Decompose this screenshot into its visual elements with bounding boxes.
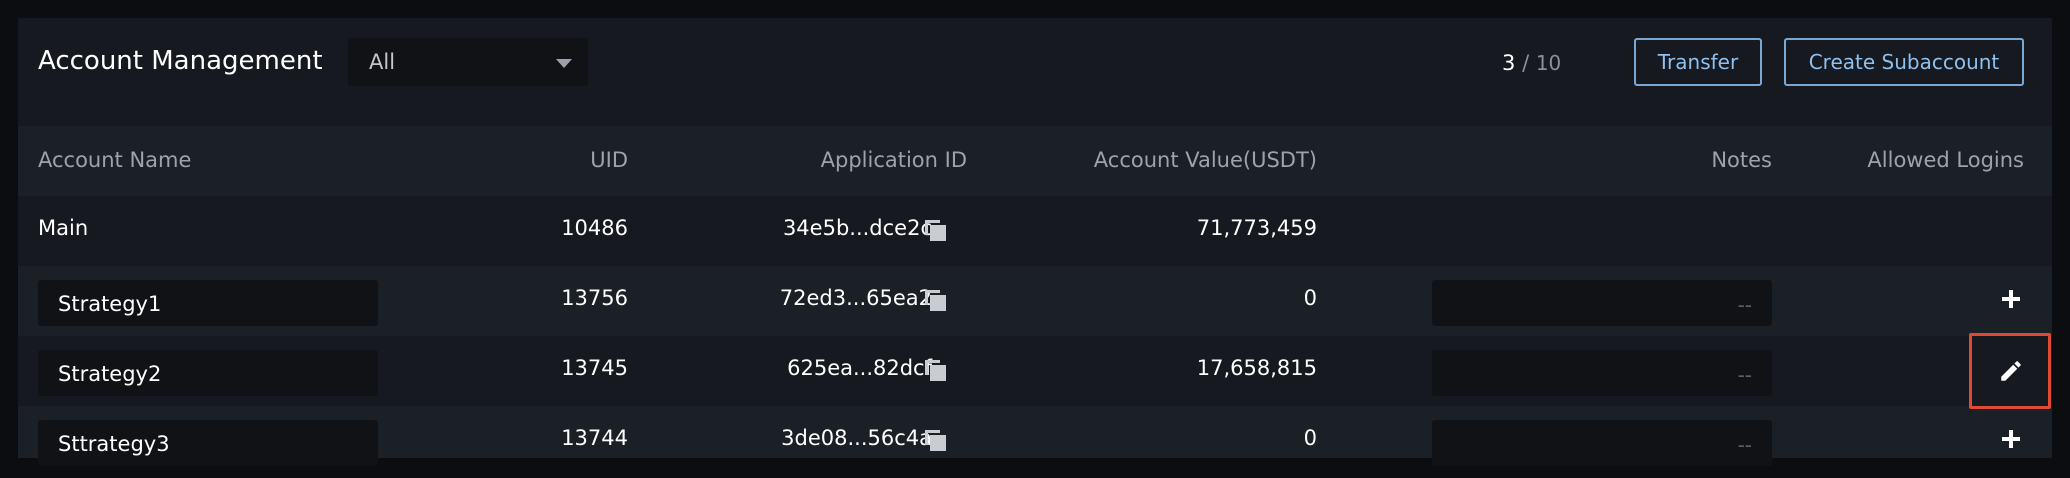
account-uid: 13745 <box>561 356 628 380</box>
notes-field[interactable]: -- <box>1432 280 1772 326</box>
account-filter-value: All <box>369 50 396 74</box>
application-id: 34e5b...dce2c <box>782 216 932 240</box>
counter-separator: / <box>1522 51 1530 75</box>
account-value: 17,658,815 <box>1196 356 1317 380</box>
account-name: Strategy2 <box>58 362 162 386</box>
account-name-field[interactable]: Sttrategy3 <box>38 420 378 466</box>
plus-icon[interactable] <box>2000 288 2022 310</box>
plus-icon[interactable] <box>2000 428 2022 450</box>
application-id: 625ea...82dcf <box>787 356 932 380</box>
column-header-uid: UID <box>590 148 628 172</box>
account-uid: 13756 <box>561 286 628 310</box>
column-header-notes: Notes <box>1711 148 1772 172</box>
notes-value: -- <box>1737 433 1752 457</box>
account-value: 0 <box>1303 426 1317 450</box>
notes-value: -- <box>1737 293 1752 317</box>
application-id: 3de08...56c4a <box>781 426 932 450</box>
notes-field[interactable]: -- <box>1432 420 1772 466</box>
transfer-button[interactable]: Transfer <box>1634 38 1762 86</box>
account-filter-select[interactable]: All <box>348 38 588 86</box>
application-id: 72ed3...65ea2 <box>779 286 932 310</box>
panel-header: Account Management All 3 / 10 Transfer C… <box>18 18 2052 126</box>
column-header-account-value: Account Value(USDT) <box>1093 148 1317 172</box>
table-header: Account Name UID Application ID Account … <box>18 126 2052 196</box>
column-header-allowed-logins: Allowed Logins <box>1867 148 2024 172</box>
pencil-icon[interactable] <box>1998 358 2024 384</box>
subaccount-count: 3 <box>1502 51 1516 75</box>
copy-icon[interactable] <box>925 360 947 382</box>
copy-icon[interactable] <box>925 290 947 312</box>
account-name: Main <box>38 216 89 240</box>
column-header-application-id: Application ID <box>820 148 967 172</box>
account-name: Strategy1 <box>58 292 162 316</box>
table-row: Strategy1 13756 72ed3...65ea2 0 -- <box>18 266 2052 336</box>
create-subaccount-button[interactable]: Create Subaccount <box>1784 38 2024 86</box>
chevron-down-icon <box>556 59 572 68</box>
account-name: Sttrategy3 <box>58 432 170 456</box>
account-management-panel: Account Management All 3 / 10 Transfer C… <box>18 18 2052 466</box>
table-row: Strategy2 13745 625ea...82dcf 17,658,815… <box>18 333 2052 409</box>
table-row: Sttrategy3 13744 3de08...56c4a 0 -- <box>18 406 2052 476</box>
table-row-main: Main 10486 34e5b...dce2c 71,773,459 <box>18 196 2052 266</box>
account-name-field[interactable]: Strategy1 <box>38 280 378 326</box>
copy-icon[interactable] <box>925 430 947 452</box>
copy-icon[interactable] <box>925 220 947 242</box>
account-uid: 13744 <box>561 426 628 450</box>
account-name-field[interactable]: Strategy2 <box>38 350 378 396</box>
account-value: 0 <box>1303 286 1317 310</box>
column-header-account-name: Account Name <box>38 148 192 172</box>
page-title: Account Management <box>38 46 323 76</box>
subaccount-limit: 10 <box>1535 51 1562 75</box>
notes-field[interactable]: -- <box>1432 350 1772 396</box>
account-value: 71,773,459 <box>1196 216 1317 240</box>
notes-value: -- <box>1737 363 1752 387</box>
subaccount-counter: 3 / 10 <box>1502 51 1561 75</box>
account-uid: 10486 <box>561 216 628 240</box>
